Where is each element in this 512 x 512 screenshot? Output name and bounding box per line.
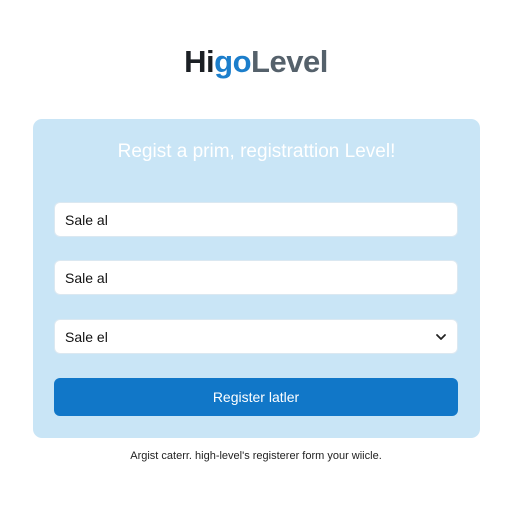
select-value: Sale el (65, 328, 108, 345)
footer-note: Argist caterr. high-level's registerer f… (130, 450, 382, 462)
chevron-down-icon (436, 333, 446, 340)
logo-part-2: go (214, 44, 252, 79)
brand-logo: HigoLevel (0, 40, 512, 84)
first-input-value: Sale al (65, 211, 108, 228)
logo-part-3: Level (251, 44, 328, 79)
second-input-field[interactable]: Sale al (54, 260, 458, 295)
register-button[interactable]: Register latler (54, 378, 458, 416)
logo-part-1: Hi (184, 44, 215, 79)
registration-page: HigoLevel Regist a prim, registrattion L… (0, 0, 512, 512)
select-dropdown[interactable]: Sale el (54, 319, 458, 354)
form-title: Regist a prim, registrattion Level! (117, 141, 396, 162)
first-input-field[interactable]: Sale al (54, 202, 458, 237)
second-input-value: Sale al (65, 269, 108, 286)
